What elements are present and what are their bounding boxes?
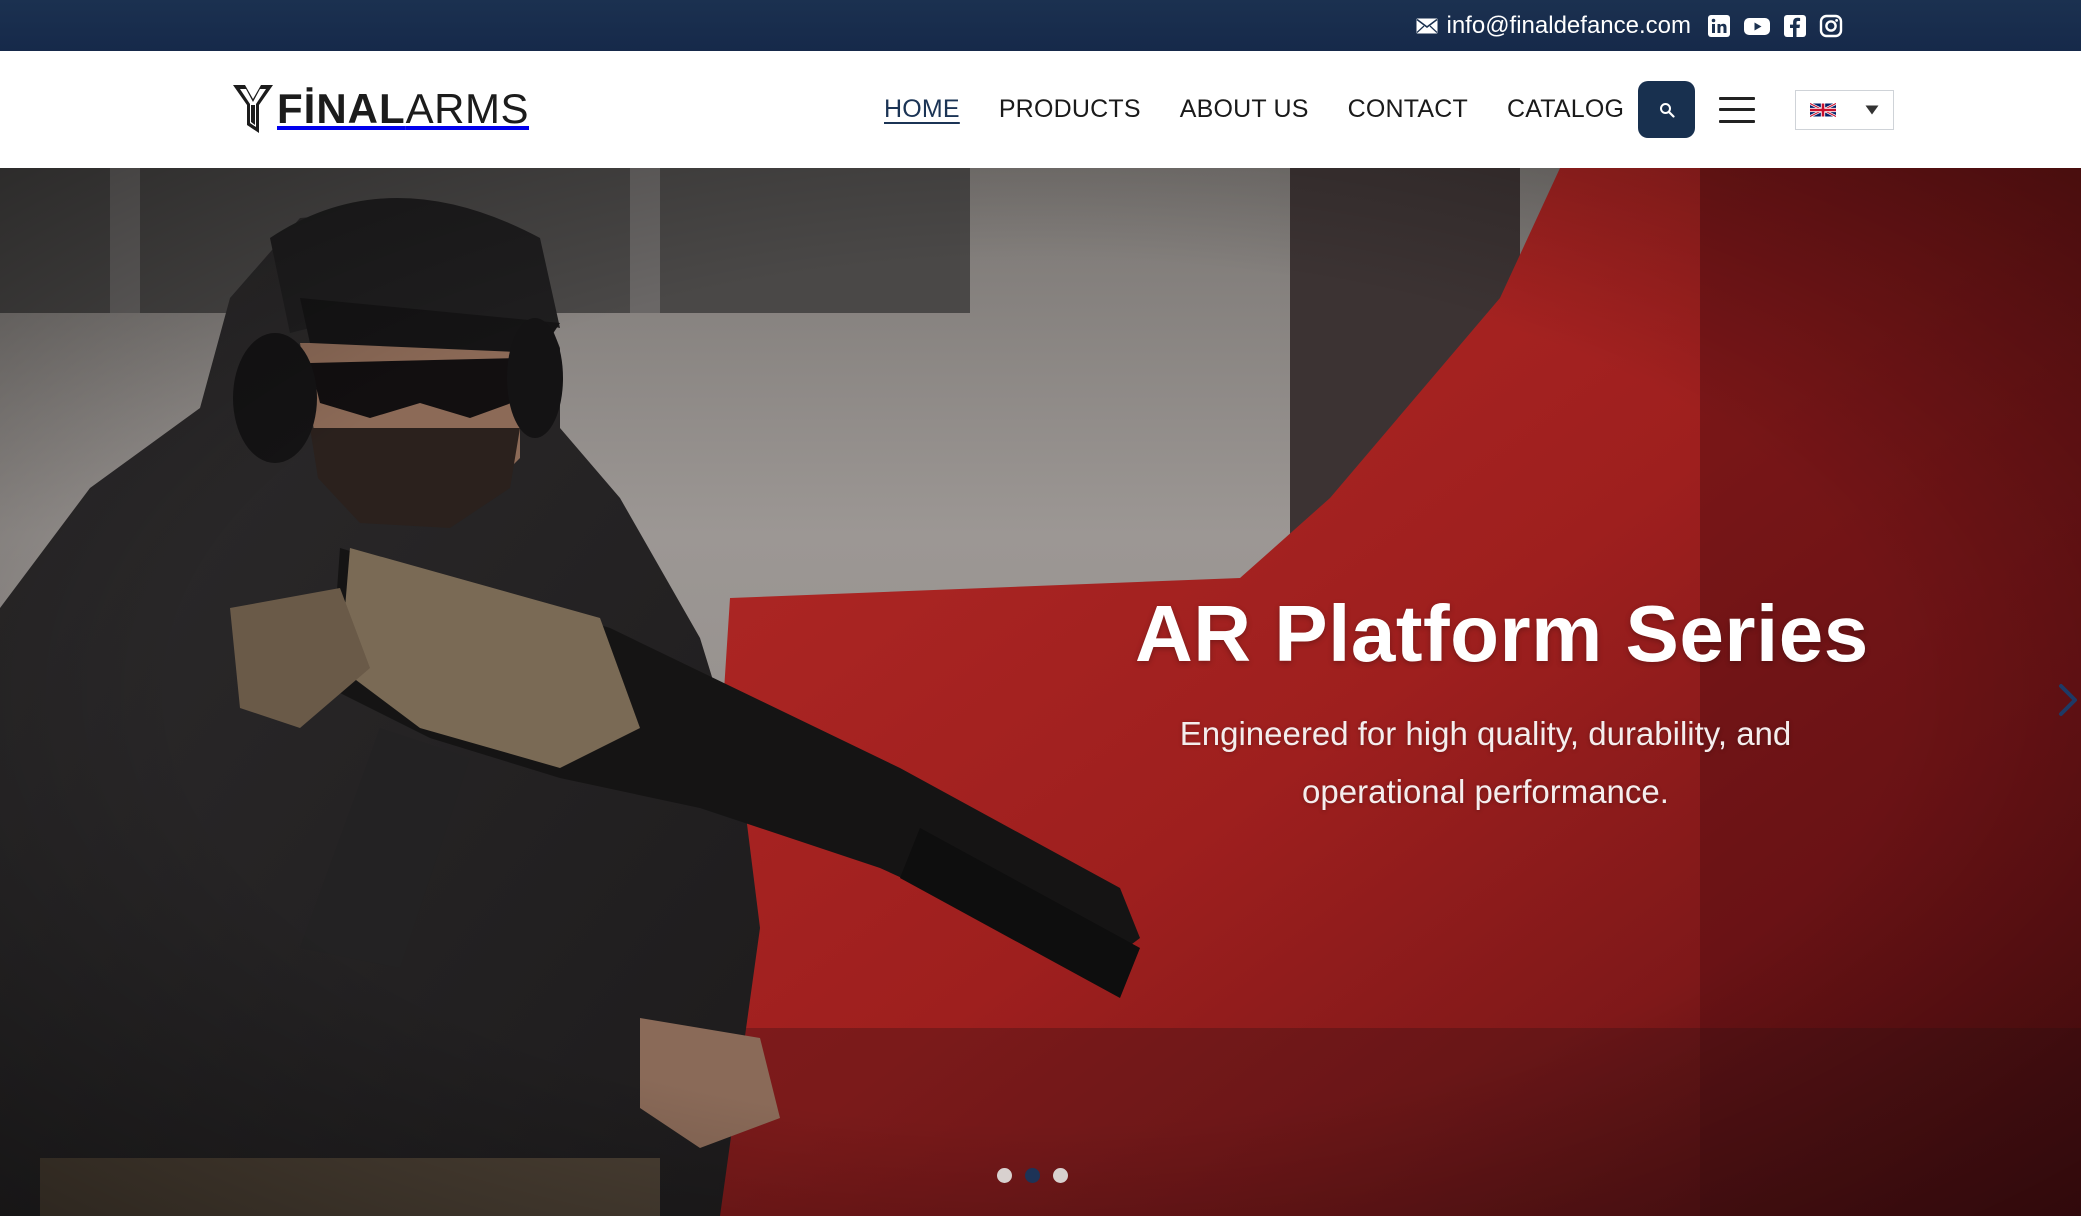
nav-products[interactable]: PRODUCTS <box>999 95 1141 124</box>
uk-flag-icon <box>1810 101 1837 118</box>
language-selector[interactable] <box>1795 89 1895 130</box>
slider-dot-1[interactable] <box>997 1168 1012 1183</box>
hero-slider: AR Platform Series Engineered for high q… <box>0 168 2081 1216</box>
hero-subtitle: Engineered for high quality, durability,… <box>1179 715 1792 810</box>
site-header: FİNALARMS HOME PRODUCTS ABOUT US CONTACT… <box>0 51 2081 168</box>
logo-mark-icon <box>233 85 273 133</box>
instagram-icon[interactable] <box>1819 14 1843 38</box>
logo-text-light: ARMS <box>405 85 530 132</box>
slider-dot-3[interactable] <box>1053 1168 1068 1183</box>
main-nav: HOME PRODUCTS ABOUT US CONTACT CATALOG <box>884 51 1895 168</box>
hero-background-image <box>0 168 2081 1216</box>
envelope-icon <box>1416 18 1437 33</box>
nav-contact[interactable]: CONTACT <box>1348 95 1468 124</box>
facebook-icon[interactable] <box>1783 14 1807 38</box>
linkedin-icon[interactable] <box>1707 14 1731 38</box>
youtube-icon[interactable] <box>1743 14 1771 38</box>
search-icon <box>1659 102 1675 118</box>
nav-catalog[interactable]: CATALOG <box>1507 95 1624 124</box>
nav-home[interactable]: HOME <box>884 95 960 124</box>
logo-text-bold: FİNAL <box>277 85 406 132</box>
caret-down-icon <box>1865 105 1879 114</box>
top-bar: info@finaldefance.com <box>0 0 2081 51</box>
slider-dot-2[interactable] <box>1025 1168 1040 1183</box>
nav-about-us[interactable]: ABOUT US <box>1180 95 1309 124</box>
email-link[interactable]: info@finaldefance.com <box>1416 11 1692 40</box>
email-text: info@finaldefance.com <box>1446 11 1692 39</box>
final-arms-logo[interactable]: FİNALARMS <box>231 80 529 138</box>
slider-dots <box>997 1168 1068 1183</box>
hamburger-menu-icon[interactable] <box>1719 96 1756 123</box>
search-button[interactable] <box>1638 81 1696 138</box>
slider-next-arrow-icon[interactable] <box>2055 678 2081 722</box>
hero-title: AR Platform Series <box>1135 589 1869 678</box>
